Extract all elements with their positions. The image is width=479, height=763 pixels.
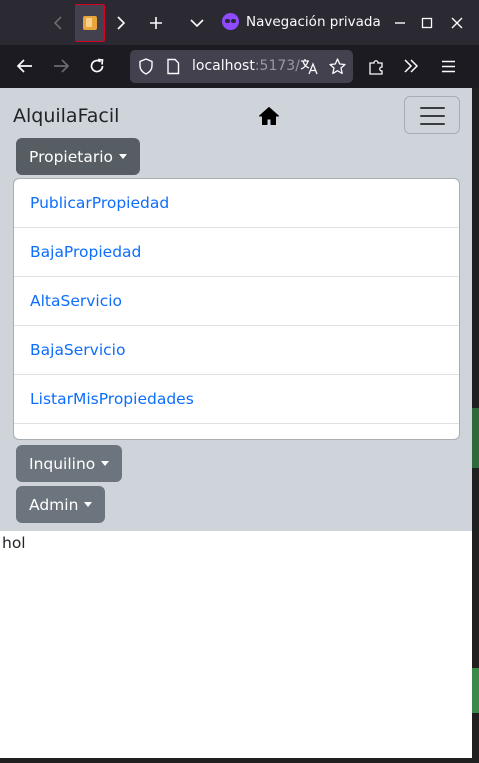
page-info-icon[interactable]	[166, 58, 180, 79]
back-button[interactable]	[10, 51, 40, 81]
private-browsing-indicator: Navegación privada	[222, 13, 381, 30]
browser-toolbar: localhost:5173/	[0, 45, 479, 88]
menu-item-publicar-propiedad[interactable]: PublicarPropiedad	[14, 179, 459, 228]
window-bottom-edge	[0, 758, 472, 763]
list-all-tabs-icon[interactable]	[184, 7, 210, 39]
bookmark-star-icon[interactable]	[322, 51, 352, 81]
propietario-dropdown-menu: PublicarPropiedad BajaPropiedad AltaServ…	[13, 178, 460, 440]
admin-label: Admin	[29, 495, 79, 514]
hamburger-line	[420, 115, 445, 117]
reload-button[interactable]	[82, 51, 112, 81]
close-window-button[interactable]	[445, 7, 469, 39]
propietario-dropdown-button[interactable]: Propietario	[16, 138, 141, 175]
browser-tab-active[interactable]	[75, 4, 105, 42]
site-favicon-icon	[83, 16, 97, 30]
admin-dropdown-button[interactable]: Admin	[16, 486, 106, 523]
page-body-text: hol	[2, 534, 26, 552]
url-host: localhost	[192, 58, 255, 74]
inquilino-label: Inquilino	[29, 454, 96, 473]
private-mask-icon	[222, 13, 239, 30]
forward-button[interactable]	[46, 51, 76, 81]
private-browsing-label: Navegación privada	[246, 13, 381, 30]
menu-item-baja-servicio[interactable]: BajaServicio	[14, 326, 459, 375]
url-text[interactable]: localhost:5173/	[192, 58, 300, 74]
hamburger-line	[420, 123, 445, 125]
menu-item-baja-propiedad[interactable]: BajaPropiedad	[14, 228, 459, 277]
new-tab-button[interactable]	[143, 7, 169, 39]
tabs-scroll-right-icon[interactable]	[110, 7, 132, 39]
navbar-toggler-button[interactable]	[404, 96, 460, 134]
hamburger-line	[420, 107, 445, 109]
caret-down-icon	[101, 461, 110, 466]
translate-icon[interactable]	[294, 51, 324, 81]
browser-tab-bar: Navegación privada	[0, 0, 479, 45]
tabs-scroll-left-icon[interactable]	[47, 7, 69, 39]
tracking-shield-icon[interactable]	[138, 58, 154, 79]
inquilino-dropdown-button[interactable]: Inquilino	[16, 445, 123, 482]
overflow-chevrons-icon[interactable]	[396, 51, 426, 81]
propietario-label: Propietario	[29, 147, 114, 166]
navbar-brand[interactable]: AlquilaFacil	[13, 105, 119, 127]
menu-item-listar-mis-propiedades[interactable]: ListarMisPropiedades	[14, 375, 459, 424]
caret-down-icon	[119, 154, 128, 159]
app-navbar: AlquilaFacil Propietario PublicarPropied…	[0, 88, 472, 531]
menu-item-alta-servicio[interactable]: AltaServicio	[14, 277, 459, 326]
web-page: AlquilaFacil Propietario PublicarPropied…	[0, 88, 472, 758]
home-icon[interactable]	[258, 106, 280, 126]
background-window-edge	[472, 88, 479, 763]
maximize-window-button[interactable]	[415, 7, 439, 39]
extensions-puzzle-icon[interactable]	[361, 51, 391, 81]
caret-down-icon	[84, 502, 93, 507]
app-menu-icon[interactable]	[433, 51, 463, 81]
minimize-window-button[interactable]	[388, 7, 412, 39]
